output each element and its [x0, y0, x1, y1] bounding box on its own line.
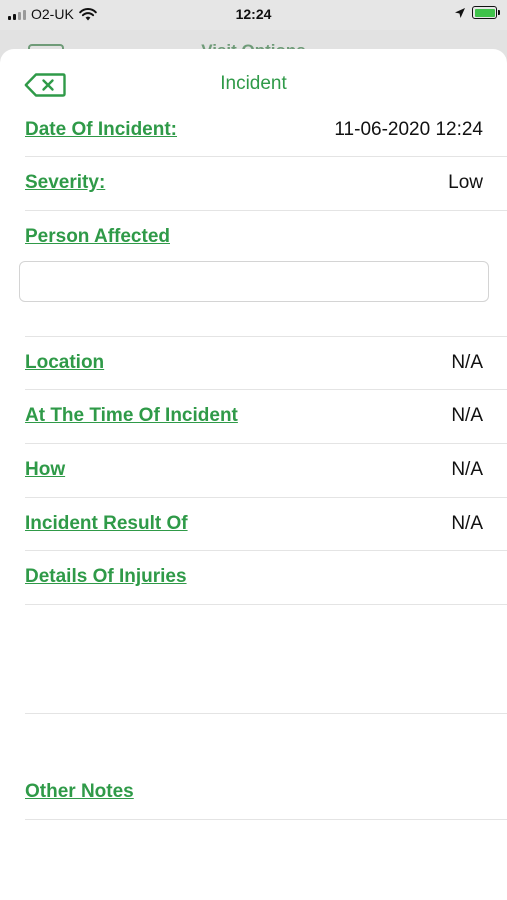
severity-value: Low	[448, 172, 483, 193]
incident-sheet: Incident Date Of Incident: 11-06-2020 12…	[0, 49, 507, 900]
severity-row[interactable]: Severity: Low	[25, 157, 507, 211]
location-row[interactable]: Location N/A	[25, 337, 507, 390]
date-of-incident-value: 11-06-2020 12:24	[334, 119, 483, 140]
other-notes-label[interactable]: Other Notes	[25, 781, 134, 803]
severity-label[interactable]: Severity:	[25, 172, 105, 194]
sheet-header: Incident	[0, 49, 507, 104]
page-title: Incident	[220, 73, 287, 94]
at-the-time-value: N/A	[451, 405, 483, 426]
how-value: N/A	[451, 459, 483, 480]
details-of-injuries-row[interactable]: Details Of Injuries	[25, 551, 507, 605]
how-label[interactable]: How	[25, 459, 65, 481]
location-value: N/A	[451, 352, 483, 373]
status-bar: O2-UK 12:24	[0, 0, 507, 30]
person-affected-input[interactable]	[19, 261, 489, 302]
how-row[interactable]: How N/A	[25, 444, 507, 498]
location-arrow-icon	[455, 7, 465, 18]
status-time: 12:24	[235, 6, 272, 22]
at-the-time-row[interactable]: At The Time Of Incident N/A	[25, 390, 507, 444]
battery-level	[474, 8, 495, 17]
incident-result-of-value: N/A	[451, 513, 483, 534]
person-affected-label[interactable]: Person Affected	[25, 226, 170, 248]
other-notes-row[interactable]: Other Notes	[25, 766, 507, 820]
details-of-injuries-label[interactable]: Details Of Injuries	[25, 566, 187, 588]
status-right	[454, 6, 500, 19]
location-label[interactable]: Location	[25, 352, 104, 374]
incident-result-of-label[interactable]: Incident Result Of	[25, 513, 188, 535]
battery-icon	[472, 6, 500, 19]
date-of-incident-row[interactable]: Date Of Incident: 11-06-2020 12:24	[25, 105, 507, 157]
other-notes-top-divider	[25, 713, 507, 767]
incident-result-of-row[interactable]: Incident Result Of N/A	[25, 498, 507, 551]
date-of-incident-label[interactable]: Date Of Incident:	[25, 119, 177, 141]
at-the-time-label[interactable]: At The Time Of Incident	[25, 405, 238, 427]
